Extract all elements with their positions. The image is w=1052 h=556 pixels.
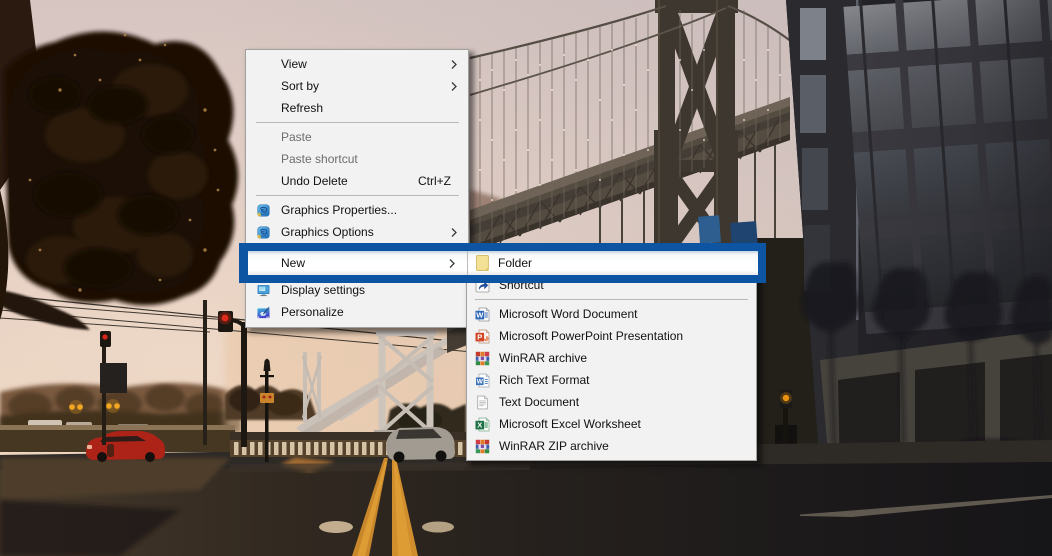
svg-text:W: W (477, 378, 484, 385)
svg-text:X: X (477, 420, 482, 429)
svg-text:P: P (477, 332, 482, 341)
svg-text:W: W (476, 310, 484, 319)
